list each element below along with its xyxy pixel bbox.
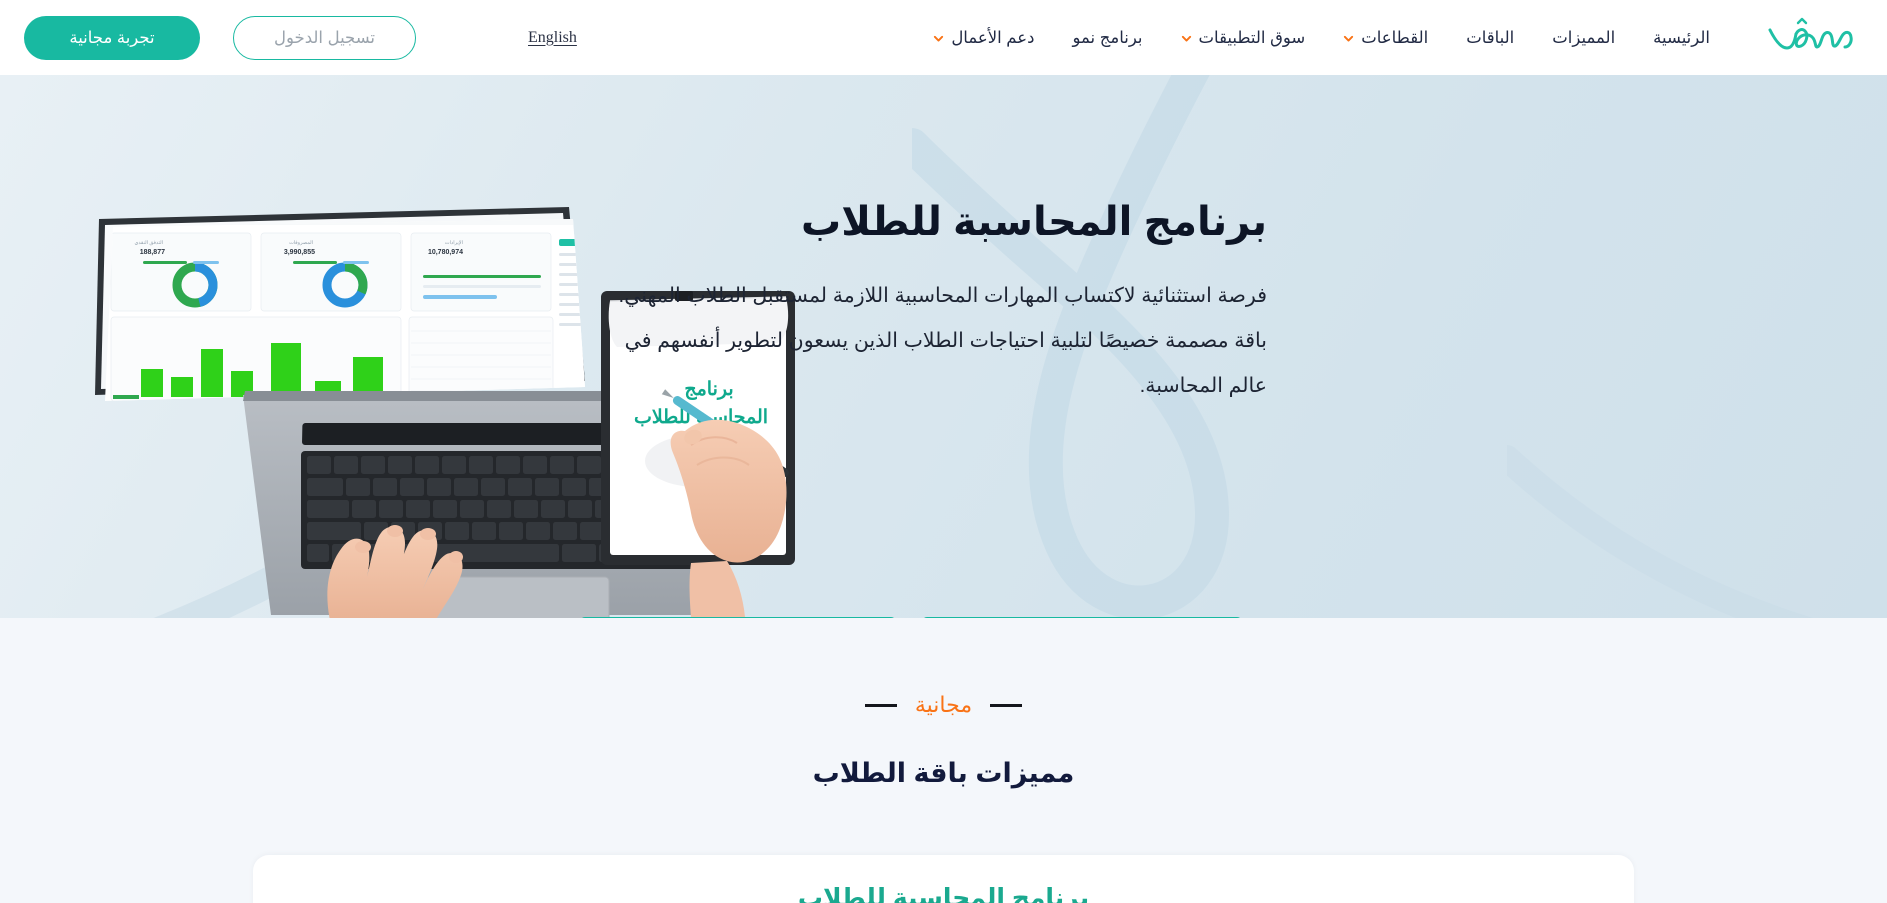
- free-trial-button[interactable]: تجربة مجانية: [24, 15, 200, 60]
- hero-content: التدفق النقدي المصروفات الإيرادات 188,87…: [0, 75, 1887, 618]
- chevron-down-icon: [1181, 33, 1192, 44]
- nav-item-home[interactable]: الرئيسية: [1634, 0, 1729, 75]
- nav-item-features[interactable]: المميزات: [1533, 0, 1634, 75]
- features-title: مميزات باقة الطلاب: [812, 758, 1075, 788]
- site-header: الرئيسية المميزات الباقات القطاعات سوق ا…: [0, 0, 1887, 75]
- nav-item-label: القطاعات: [1361, 28, 1429, 47]
- svg-text:الإيرادات: الإيرادات: [445, 240, 463, 246]
- svg-text:10,780,974: 10,780,974: [428, 249, 463, 256]
- nav-item-label: الرئيسية: [1653, 28, 1710, 47]
- register-as-student-button[interactable]: سجل الآن كطالب: [922, 617, 1242, 618]
- header-right-group: الرئيسية المميزات الباقات القطاعات سوق ا…: [914, 0, 1861, 75]
- hero-section: التدفق النقدي المصروفات الإيرادات 188,87…: [0, 75, 1887, 618]
- eyebrow-label: مجانية: [914, 692, 973, 717]
- language-switch-link[interactable]: English: [528, 29, 577, 47]
- main-nav: الرئيسية المميزات الباقات القطاعات سوق ا…: [914, 0, 1729, 75]
- page-root: الرئيسية المميزات الباقات القطاعات سوق ا…: [0, 0, 1887, 903]
- hero-title: برنامج المحاسبة للطلاب: [801, 200, 1267, 244]
- nav-item-label: برنامج نمو: [1072, 28, 1143, 47]
- chevron-down-icon: [1343, 33, 1354, 44]
- header-left-group: English تسجيل الدخول تجربة مجانية: [24, 15, 619, 60]
- svg-text:188,877: 188,877: [140, 249, 165, 256]
- svg-text:3,990,855: 3,990,855: [284, 249, 315, 256]
- chevron-down-icon: [933, 33, 944, 44]
- nav-item-label: سوق التطبيقات: [1198, 28, 1306, 47]
- vom-logo[interactable]: [1763, 15, 1859, 61]
- feature-card: برنامج المحاسبة للطلاب: [253, 855, 1634, 903]
- eyebrow-dash-left: [990, 703, 1023, 707]
- feature-card-title: برنامج المحاسبة للطلاب: [797, 884, 1090, 903]
- nav-item-label: المميزات: [1552, 28, 1616, 47]
- hero-cta-group: سجل الآن كطالب سجل الآن كمنشأة جامعية: [580, 617, 1242, 618]
- features-eyebrow: مجانية: [0, 692, 1887, 718]
- nav-item-namo-program[interactable]: برنامج نمو: [1053, 0, 1161, 75]
- register-as-university-button[interactable]: سجل الآن كمنشأة جامعية: [580, 617, 896, 618]
- hero-description: فرصة استثنائية لاكتساب المهارات المحاسبي…: [618, 284, 1268, 398]
- nav-item-label: الباقات: [1466, 28, 1515, 47]
- nav-item-app-market[interactable]: سوق التطبيقات: [1162, 0, 1325, 75]
- nav-item-business-support[interactable]: دعم الأعمال: [914, 0, 1053, 75]
- nav-item-sectors[interactable]: القطاعات: [1324, 0, 1447, 75]
- hero-text-block: برنامج المحاسبة للطلاب فرصة استثنائية لا…: [617, 197, 1268, 408]
- nav-item-packages[interactable]: الباقات: [1447, 0, 1533, 75]
- nav-item-label: دعم الأعمال: [951, 28, 1035, 47]
- svg-text:التدفق النقدي: التدفق النقدي: [135, 240, 163, 246]
- svg-text:المصروفات: المصروفات: [289, 240, 313, 246]
- eyebrow-dash-right: [864, 703, 897, 707]
- login-button[interactable]: تسجيل الدخول: [233, 15, 416, 60]
